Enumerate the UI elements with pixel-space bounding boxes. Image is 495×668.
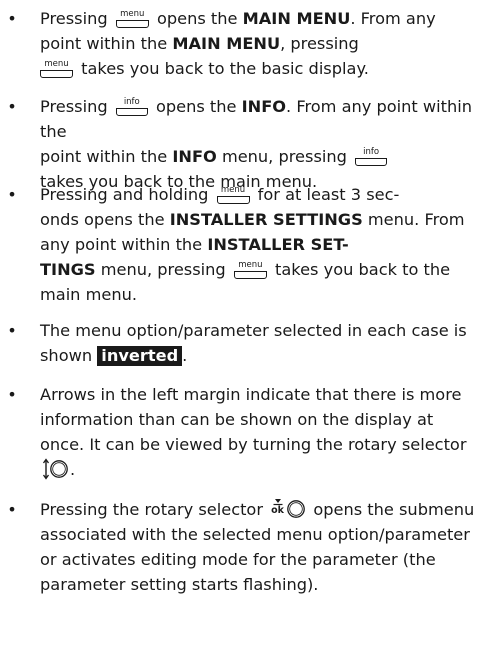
item-text: Pressing and holding menu for at least 3… [40,182,480,307]
bold-term: TINGS [40,260,96,279]
menu-key-icon: menu [40,59,73,78]
bullet: • [7,385,17,404]
bullet: • [7,97,17,116]
text: . [70,460,76,479]
bullet: • [7,321,17,340]
text: , pressing [280,34,359,53]
bold-term: INSTALLER SET- [207,235,349,254]
text: Pressing the rotary selector [40,500,263,519]
item-text: The menu option/parameter selected in ea… [40,318,480,368]
text: opens the [155,97,237,116]
list-item: • Arrows in the left margin indicate tha… [7,382,480,482]
key-label: menu [120,9,145,19]
text: Pressing and holding [40,185,209,204]
menu-key-icon: menu [233,260,267,279]
key-label: info [123,97,140,107]
key-label: menu [238,260,263,270]
text: takes you back to the basic display. [81,59,369,78]
item-text: Pressing info opens the INFO. From any p… [40,94,480,194]
text: menu, pressing [221,147,347,166]
key-label: menu [44,59,69,69]
key-label: menu [220,185,246,195]
item-text: Pressing the rotary selector ok opens th… [40,497,480,597]
menu-key-icon: menu [115,9,149,28]
list-item: • The menu option/parameter selected in … [7,318,480,368]
inverted-sample: inverted [97,346,183,366]
info-key-icon: info [355,147,388,166]
rotary-selector-turn-icon [42,458,68,480]
text: Pressing [40,97,108,116]
text: onds opens the [40,210,165,229]
list-item: • Pressing the rotary selector ok opens … [7,497,480,597]
ok-label: ok [271,505,285,516]
item-text: Arrows in the left margin indicate that … [40,382,480,482]
document-page: • Pressing menu opens the MAIN MENU. Fro… [0,0,495,668]
rotary-selector-press-icon: ok [270,498,306,520]
text: opens the [156,9,238,28]
item-text: Pressing menu opens the MAIN MENU. From … [40,6,480,81]
list-item: • Pressing menu opens the MAIN MENU. Fro… [7,6,480,81]
bullet: • [7,9,17,28]
text: . [182,346,188,365]
list-item: • Pressing info opens the INFO. From any… [7,94,480,194]
menu-key-icon: menu [216,185,250,204]
text: Arrows in the left margin indicate that … [40,385,467,454]
list-item: • Pressing and holding menu for at least… [7,182,480,307]
info-key-icon: info [115,97,148,116]
bold-term: MAIN MENU [172,34,281,53]
bold-term: INFO [241,97,287,116]
text: for at least 3 sec- [257,185,400,204]
bullet: • [7,500,17,519]
bullet: • [7,185,17,204]
bold-term: INSTALLER SETTINGS [169,210,363,229]
text: Pressing [40,9,108,28]
bold-term: MAIN MENU [242,9,351,28]
bold-term: INFO [172,147,217,166]
text: menu, pressing [100,260,226,279]
key-label: info [363,147,380,157]
text: point within the [40,147,173,166]
